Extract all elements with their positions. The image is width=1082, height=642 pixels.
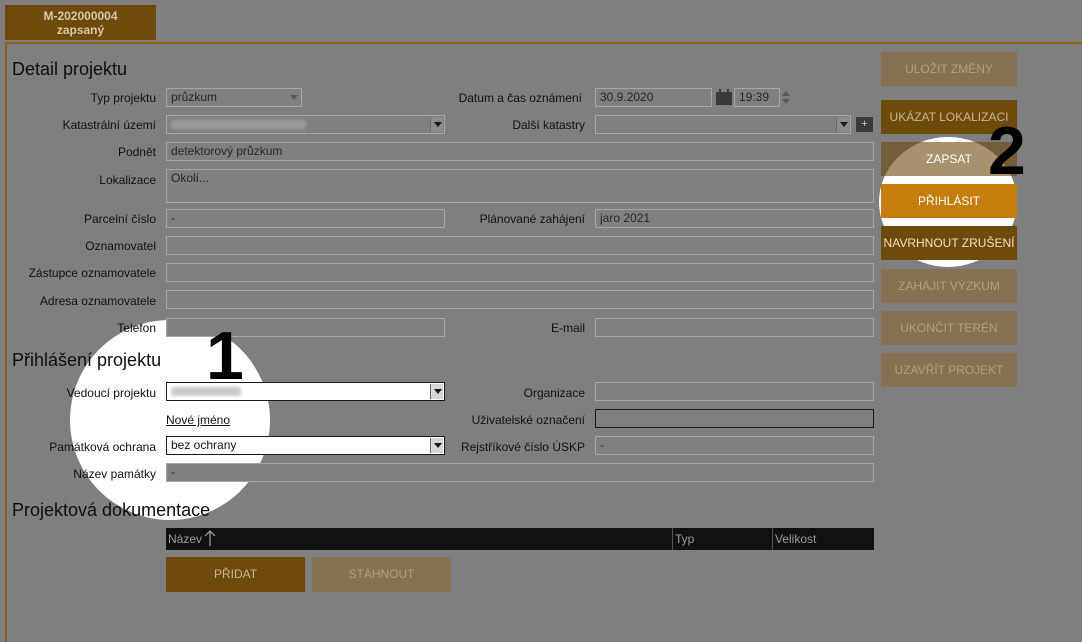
redacted-value: [171, 120, 306, 129]
pamatkova-select[interactable]: bez ochrany: [166, 436, 445, 455]
chevron-down-icon: [287, 90, 300, 105]
podnet-input[interactable]: detektorový průzkum: [166, 142, 874, 161]
uzavrit-projekt-button[interactable]: UZAVŘÍT PROJEKT: [881, 353, 1017, 387]
label-typ-projektu: Typ projektu: [90, 91, 156, 105]
time-stepper-icon[interactable]: [781, 89, 791, 106]
datum-input[interactable]: 30.9.2020: [595, 88, 712, 107]
ulozit-zmeny-button[interactable]: ULOŽIT ZMĚNY: [881, 52, 1017, 86]
pridat-button[interactable]: PŘIDAT: [166, 557, 305, 592]
label-telefon: Telefon: [117, 321, 156, 335]
section-title-prihlaseni: Přihlášení projektu: [12, 350, 162, 370]
column-nazev[interactable]: Název: [168, 532, 202, 546]
typ-projektu-select[interactable]: průzkum: [166, 88, 302, 107]
label-email: E-mail: [550, 321, 585, 335]
label-adresa: Adresa oznamovatele: [39, 294, 156, 308]
project-id: M-202000004: [43, 9, 118, 23]
project-badge: M-202000004 zapsaný: [5, 5, 156, 40]
project-state: zapsaný: [56, 23, 105, 37]
label-parcelni: Parcelní číslo: [83, 212, 156, 226]
label-nazev-pamatky: Název památky: [73, 467, 156, 481]
dalsi-katastry-select[interactable]: [595, 115, 851, 134]
chevron-down-icon: [836, 117, 849, 132]
chevron-down-icon: [430, 438, 443, 453]
ukoncit-teren-button[interactable]: UKONČIT TERÉN: [881, 311, 1017, 345]
nove-jmeno-link[interactable]: Nové jméno: [166, 413, 230, 427]
step-marker-1: 1: [206, 318, 244, 394]
label-zastupce: Zástupce oznamovatele: [28, 266, 156, 280]
rejstrikove-input[interactable]: -: [595, 436, 874, 455]
column-velikost[interactable]: Velikost: [775, 532, 816, 546]
label-lokalizace: Lokalizace: [99, 173, 156, 187]
oznamovatel-input[interactable]: [166, 236, 874, 255]
label-datum: Datum a čas oznámení: [458, 91, 582, 105]
column-typ[interactable]: Typ: [675, 532, 694, 546]
zastupce-input[interactable]: [166, 263, 874, 282]
label-pamatkova: Památková ochrana: [49, 440, 156, 454]
lokalizace-textarea[interactable]: Okolí...: [166, 169, 874, 203]
chevron-down-icon: [430, 384, 443, 399]
nazev-pamatky-input[interactable]: -: [166, 463, 874, 482]
email-input[interactable]: [595, 318, 874, 337]
organizace-input[interactable]: [595, 382, 874, 401]
label-dalsi-katastry: Další katastry: [512, 118, 585, 132]
planovane-input[interactable]: jaro 2021: [595, 209, 874, 228]
column-divider: [672, 528, 673, 550]
label-vedouci: Vedoucí projektu: [66, 386, 156, 400]
uzivatelske-input[interactable]: [595, 409, 874, 428]
label-podnet: Podnět: [117, 145, 156, 159]
stahnout-button[interactable]: STÁHNOUT: [312, 557, 451, 592]
katastralni-select[interactable]: [166, 115, 445, 134]
zahajit-vyzkum-button[interactable]: ZAHÁJIT VÝZKUM: [881, 269, 1017, 303]
adresa-input[interactable]: [166, 290, 874, 309]
calendar-icon[interactable]: [716, 89, 732, 105]
label-organizace: Organizace: [523, 386, 585, 400]
section-title-dokumentace: Projektová dokumentace: [12, 500, 211, 520]
section-title-detail: Detail projektu: [12, 59, 128, 79]
chevron-down-icon: [430, 117, 443, 132]
label-oznamovatel: Oznamovatel: [85, 239, 156, 253]
sort-ascending-icon[interactable]: [204, 530, 216, 550]
navrhnout-zruseni-button[interactable]: NAVRHNOUT ZRUŠENÍ: [881, 226, 1017, 260]
parcelni-input[interactable]: -: [166, 209, 445, 228]
add-katastr-button[interactable]: +: [856, 117, 873, 132]
prihlasit-button[interactable]: PŘIHLÁSIT: [881, 184, 1017, 218]
documents-table-header: Název Typ Velikost: [166, 528, 874, 550]
label-planovane: Plánované zahájení: [479, 212, 585, 226]
label-katastralni: Katastrální území: [62, 118, 156, 132]
label-rejstrikove: Rejstříkové číslo ÚSKP: [460, 440, 585, 454]
column-divider: [772, 528, 773, 550]
step-marker-2: 2: [988, 113, 1026, 189]
time-input[interactable]: 19:39: [734, 88, 780, 107]
label-uzivatelske: Uživatelské označení: [471, 413, 585, 427]
